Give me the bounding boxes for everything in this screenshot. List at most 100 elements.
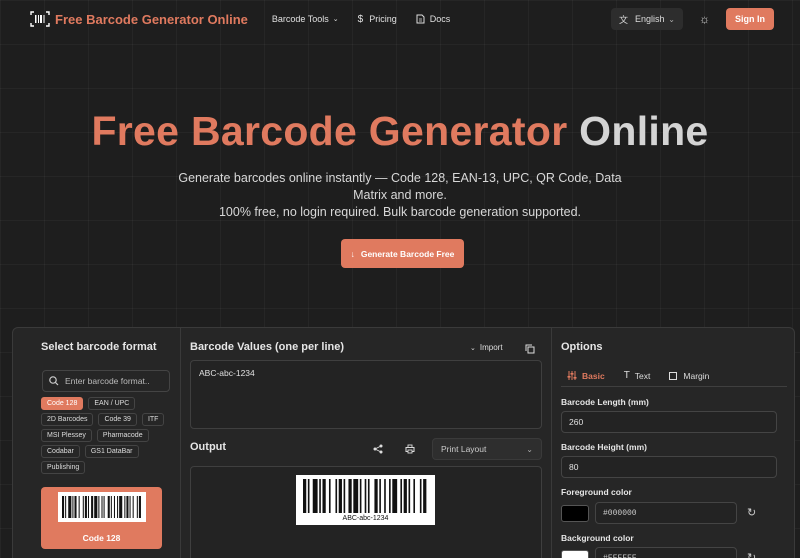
barcode-bar: [107, 496, 110, 518]
theme-toggle-sun-icon[interactable]: ☼: [699, 12, 710, 26]
chip-publishing[interactable]: Publishing: [41, 461, 86, 474]
barcode-preview-text: ABC-abc-1234: [342, 515, 389, 522]
output-heading: Output: [190, 441, 227, 453]
foreground-color-input[interactable]: #000000: [595, 502, 737, 524]
chip-codabar[interactable]: Codabar: [41, 445, 80, 458]
barcode-bar: [65, 496, 67, 518]
barcode-length-label: Barcode Length (mm): [561, 397, 649, 407]
hero-title-plain: Online: [579, 108, 709, 154]
import-button[interactable]: ⌄ Import: [470, 343, 503, 352]
tab-margin[interactable]: Margin: [669, 371, 709, 381]
chip-ean-upc[interactable]: EAN / UPC: [88, 397, 136, 410]
background-color-input[interactable]: #FFFFFF: [595, 547, 737, 558]
language-label: English: [635, 14, 665, 24]
hero-subtitle-line2: 100% free, no login required. Bulk barco…: [218, 205, 582, 219]
barcode-bar: [82, 496, 84, 518]
copy-icon[interactable]: [525, 344, 535, 354]
barcode-bar: [101, 496, 103, 518]
barcode-bar: [413, 479, 416, 513]
barcode-bar: [129, 496, 131, 518]
tab-basic-label: Basic: [582, 370, 605, 381]
barcode-bar: [91, 496, 94, 518]
nav-right: 文 English ⌄ ☼ Sign In: [611, 8, 774, 30]
barcode-bar: [303, 479, 307, 513]
barcode-bar: [353, 479, 359, 513]
options-heading: Options: [561, 341, 603, 353]
barcode-bar: [62, 496, 65, 518]
format-heading: Select barcode format: [41, 341, 157, 353]
language-select[interactable]: 文 English ⌄: [611, 8, 683, 30]
share-icon[interactable]: [373, 444, 383, 454]
chip-msi-plessey[interactable]: MSI Plessey: [41, 429, 92, 442]
reset-icon[interactable]: ↻: [747, 551, 756, 558]
hero-subtitle-line1: Generate barcodes online instantly — Cod…: [178, 171, 622, 202]
nav-pricing[interactable]: $ Pricing: [358, 14, 397, 25]
barcode-logo-icon: [30, 11, 50, 27]
barcode-bar: [400, 479, 403, 513]
barcode-bar: [403, 479, 407, 513]
chevron-down-icon: ⌄: [668, 14, 675, 24]
document-icon: [416, 14, 425, 24]
barcode-bar: [379, 479, 381, 513]
barcode-bar: [359, 479, 362, 513]
barcode-bar: [408, 479, 411, 513]
chip-code-39[interactable]: Code 39: [98, 413, 137, 426]
chip-gs1-databar[interactable]: GS1 DataBar: [84, 445, 139, 458]
barcode-bar: [74, 496, 77, 518]
nav-docs-label: Docs: [429, 14, 451, 24]
barcode-bar: [124, 496, 126, 518]
barcode-bar: [367, 479, 370, 513]
tab-text[interactable]: T Text: [624, 370, 651, 381]
barcode-bar: [136, 496, 138, 518]
options-tabs: Basic T Text Margin: [561, 365, 787, 387]
hero-title: Free Barcode Generator Online: [0, 108, 800, 155]
barcode-bar: [103, 496, 105, 518]
tab-text-label: Text: [634, 370, 651, 381]
barcode-bar: [307, 479, 310, 513]
dollar-icon: $: [357, 13, 364, 25]
chevron-down-icon: ⌄: [526, 444, 533, 454]
print-layout-select[interactable]: Print Layout ⌄: [432, 438, 542, 460]
chip-code-128[interactable]: Code 128: [41, 397, 84, 410]
text-type-icon: T: [623, 370, 630, 381]
sign-in-button[interactable]: Sign In: [726, 8, 774, 30]
barcode-thumbnail-bars: [62, 496, 141, 518]
barcode-bar: [84, 496, 87, 518]
nav-barcode-tools[interactable]: Barcode Tools ⌄: [272, 14, 339, 24]
barcode-bar: [87, 496, 90, 518]
barcode-bar: [98, 496, 100, 518]
nav-pricing-label: Pricing: [369, 14, 397, 24]
brand-name[interactable]: Free Barcode Generator Online: [55, 12, 248, 27]
barcode-bar: [132, 496, 134, 518]
format-search-placeholder: Enter barcode format..: [65, 376, 150, 386]
generate-barcode-button[interactable]: ↓ Generate Barcode Free: [341, 239, 464, 268]
barcode-values-textarea[interactable]: ABC-abc-1234: [190, 360, 542, 429]
barcode-bar: [419, 479, 422, 513]
nav-barcode-tools-label: Barcode Tools: [271, 14, 329, 24]
barcode-bar: [119, 496, 123, 518]
background-color-swatch[interactable]: [561, 550, 589, 558]
generate-barcode-label: Generate Barcode Free: [360, 248, 455, 259]
format-card-code-128[interactable]: Code 128: [41, 487, 162, 549]
barcode-bar: [72, 496, 74, 518]
barcode-length-input[interactable]: 260: [561, 411, 777, 433]
barcode-height-input[interactable]: 80: [561, 456, 777, 478]
format-card-label: Code 128: [82, 533, 121, 543]
barcode-bar: [384, 479, 386, 513]
barcode-bar: [319, 479, 321, 513]
print-icon[interactable]: [405, 444, 415, 454]
format-search-input[interactable]: Enter barcode format..: [42, 370, 170, 392]
chip-2d-barcodes[interactable]: 2D Barcodes: [41, 413, 94, 426]
barcode-bar: [392, 479, 398, 513]
barcode-bar: [117, 496, 119, 518]
chip-pharmacode[interactable]: Pharmacode: [96, 429, 149, 442]
chip-itf[interactable]: ITF: [141, 413, 165, 426]
barcode-bar: [348, 479, 352, 513]
tab-basic[interactable]: Basic: [567, 371, 605, 381]
nav-docs[interactable]: Docs: [416, 14, 451, 24]
reset-icon[interactable]: ↻: [747, 506, 756, 519]
print-layout-label: Print Layout: [441, 444, 487, 454]
barcode-bar: [94, 496, 98, 518]
barcode-bar: [423, 479, 427, 513]
foreground-color-swatch[interactable]: [561, 505, 589, 522]
